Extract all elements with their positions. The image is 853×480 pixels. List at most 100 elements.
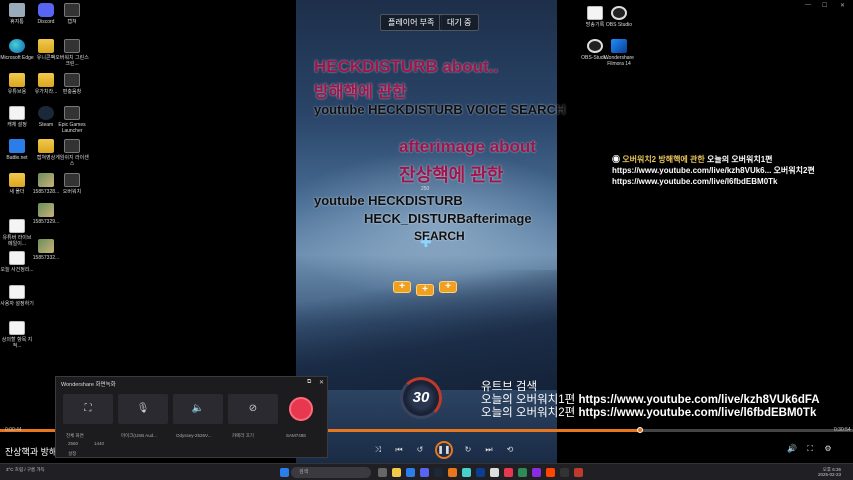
screen-recorder-window: Wondershare 화면녹화 ⧉ ✕ ⛶ 🎙 🔈 ⊘ 전체 화면 마이크(U… <box>55 376 328 458</box>
folder-icon <box>9 73 25 87</box>
filmora-icon[interactable] <box>476 468 485 477</box>
microphone-tile[interactable]: 🎙 <box>118 394 168 424</box>
current-time: 0:00:44 <box>5 427 22 433</box>
overlay-line-5: 잔상핵에 관한 <box>399 165 504 185</box>
capture-mode-label[interactable]: 전체 화면 <box>66 433 84 439</box>
start-icon[interactable] <box>280 468 289 477</box>
app-dark-icon <box>64 3 80 17</box>
weather-widget[interactable]: 3°C 흐림 / 구름 가득 <box>6 467 45 472</box>
desktop-icon-label: 15857329... <box>32 219 60 225</box>
recorder-pin-icon[interactable]: ⧉ <box>307 379 311 386</box>
speaker-tile[interactable]: 🔈 <box>173 394 223 424</box>
edge-icon <box>9 39 25 53</box>
chat-avatar-icon: ◉ <box>612 155 620 164</box>
task-view-icon[interactable] <box>378 468 387 477</box>
desktop-icon[interactable]: 15857332... <box>29 239 63 261</box>
youtube-overlay: 유트브 검색 오늘의 오버워치1편 https://www.youtube.co… <box>481 381 820 420</box>
crosshair-icon: ✚ <box>420 234 432 250</box>
token-icon: + <box>393 281 411 293</box>
discord-icon <box>38 3 54 17</box>
desktop-icon[interactable]: 오버워치 그린스크린... <box>55 39 89 67</box>
shuffle-icon[interactable]: ⤨ <box>372 444 384 456</box>
doc-icon <box>9 285 25 299</box>
desktop-icon[interactable]: Epic Games Launcher <box>55 106 89 134</box>
desktop-icon[interactable]: 15857329... <box>29 203 63 225</box>
desktop-icon[interactable]: 게임쉬지 라이센스 <box>55 139 89 167</box>
speaker-device-label[interactable]: Odyssey-2526V... <box>176 433 211 438</box>
desktop-icon-label: 오늘 사건정리... <box>0 267 34 273</box>
maximize-icon[interactable]: ☐ <box>822 2 827 9</box>
monitor-label[interactable]: SAM7488 <box>286 433 306 438</box>
microphone-icon: 🎙 <box>136 403 150 414</box>
volume-icon[interactable]: 🔊 <box>786 443 798 455</box>
close-icon[interactable]: ✕ <box>840 2 845 9</box>
camera-tile[interactable]: ⊘ <box>228 394 278 424</box>
doc-icon <box>9 251 25 265</box>
capture-width[interactable]: 2560 <box>68 441 78 446</box>
app-icon[interactable] <box>462 468 471 477</box>
minimize-icon[interactable]: — <box>805 2 811 8</box>
steam-icon[interactable] <box>434 468 443 477</box>
discord-icon[interactable] <box>420 468 429 477</box>
settings-icon[interactable]: ⚙ <box>822 443 834 455</box>
episode2-label: 오늘의 오버워치2편 <box>481 407 576 419</box>
folder-icon <box>38 39 54 53</box>
desktop-icon-label: 15857332... <box>32 255 60 261</box>
overwatch-icon[interactable] <box>448 468 457 477</box>
app-blue-icon <box>9 139 25 153</box>
system-clock[interactable]: 오후 6:36 2025-02-23 <box>818 467 841 477</box>
obs-icon[interactable] <box>490 468 499 477</box>
desktop-icon-label: 오버워치 <box>62 189 82 195</box>
app-dark-icon <box>64 39 80 53</box>
desktop-icon-label: Epic Games Launcher <box>58 122 86 134</box>
youtube-icon[interactable] <box>574 468 583 477</box>
overlay-line-4: afterimage about <box>399 137 536 156</box>
mic-device-label[interactable]: 마이크(USB Aud... <box>121 433 157 439</box>
overlay-line-7: HECK_DISTURBafterimage <box>364 211 532 226</box>
app-icon[interactable] <box>532 468 541 477</box>
total-time: 0:30:54 <box>834 427 851 433</box>
recorder-icon[interactable] <box>504 468 513 477</box>
capture-height[interactable]: 1440 <box>94 441 104 446</box>
desktop-icon[interactable]: 편충움창 <box>55 73 89 95</box>
rewind-icon[interactable]: ↺ <box>414 444 426 456</box>
desktop-icon[interactable]: 상의할 항목 지적... <box>0 321 34 349</box>
pause-button[interactable]: ❚❚ <box>435 441 453 459</box>
edge-icon[interactable] <box>406 468 415 477</box>
waiting-badge: 대기 중 <box>439 14 480 31</box>
fullscreen-icon[interactable]: ⛶ <box>804 443 816 455</box>
steam-icon <box>38 106 54 120</box>
file-explorer-icon[interactable] <box>392 468 401 477</box>
repeat-icon[interactable]: ⟲ <box>504 444 516 456</box>
previous-icon[interactable]: ⏮ <box>393 444 405 456</box>
seek-handle[interactable] <box>636 427 643 433</box>
overlay-line-3: youtube HECKDISTURB VOICE SEARCH <box>314 102 566 117</box>
app-dark-icon <box>64 173 80 187</box>
desktop-icon[interactable]: 캡쳐 <box>55 3 89 25</box>
recorder-close-icon[interactable]: ✕ <box>319 379 324 386</box>
app-icon[interactable] <box>560 468 569 477</box>
episode1-url[interactable]: https://www.youtube.com/live/kzh8VUk6dFA <box>578 394 819 406</box>
record-button[interactable] <box>289 397 313 421</box>
forward-icon[interactable]: ↻ <box>462 444 474 456</box>
clock-date: 2025-02-23 <box>818 472 842 477</box>
speaker-icon: 🔈 <box>191 403 205 414</box>
app-icon[interactable] <box>546 468 555 477</box>
taskbar-search[interactable]: 검색 <box>291 467 371 478</box>
desktop-icon[interactable]: 사용자 설정하기 <box>0 285 34 307</box>
folder-icon <box>38 73 54 87</box>
desktop-icon[interactable]: 오버워치 <box>55 173 89 195</box>
desktop-icon-label: 편충움창 <box>62 89 82 95</box>
desktop-icon[interactable]: OBS Studio <box>602 6 636 28</box>
episode2-url[interactable]: https://www.youtube.com/live/l6fbdEBM0Tk <box>578 407 816 419</box>
desktop-icon[interactable]: Wondershare Filmora 14 <box>602 39 636 67</box>
desktop-icon-label: 오버워치 그린스크린... <box>55 55 89 67</box>
fullscreen-capture-tile[interactable]: ⛶ <box>63 394 113 424</box>
player-shortage-badge: 플레이어 부족 <box>380 14 443 31</box>
recorder-settings-link[interactable]: 설정 <box>68 451 76 457</box>
next-icon[interactable]: ⏭ <box>483 444 495 456</box>
camera-state-label[interactable]: 카메라 끄기 <box>232 433 254 439</box>
desktop-icon-label: OBS Studio <box>605 22 633 28</box>
app-icon[interactable] <box>518 468 527 477</box>
desktop-icon-label: 게임쉬지 라이센스 <box>55 155 89 167</box>
